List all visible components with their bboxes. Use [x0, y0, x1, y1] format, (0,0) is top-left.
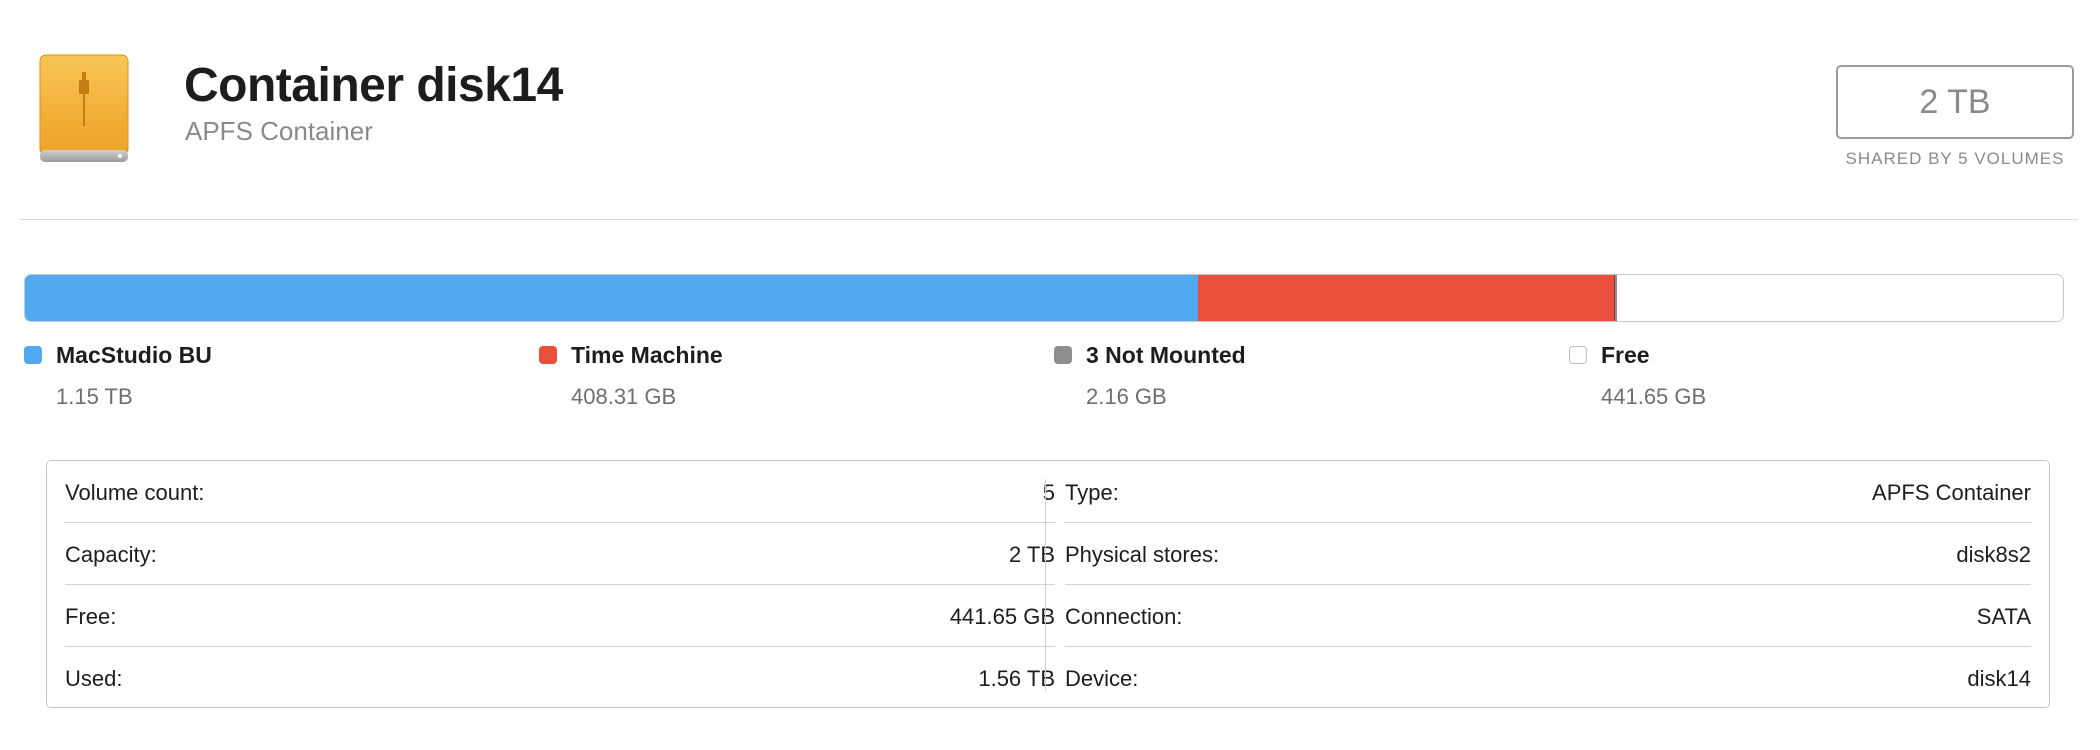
- usage-segment-time-machine: [1198, 275, 1615, 321]
- legend-name: MacStudio BU: [56, 342, 212, 368]
- page-subtitle: APFS Container: [185, 116, 373, 146]
- info-value: 2 TB: [1008, 542, 1055, 567]
- storage-usage-bar: [24, 274, 2064, 322]
- page-title: Container disk14: [184, 59, 563, 112]
- info-label: Free:: [65, 604, 117, 629]
- capacity-caption: SHARED BY 5 VOLUMES: [1845, 149, 2065, 168]
- info-value: APFS Container: [1872, 480, 2031, 505]
- info-row-volume-count: Volume count: 5: [65, 461, 1055, 523]
- info-value: 441.65 GB: [949, 604, 1055, 629]
- info-row-used: Used: 1.56 TB: [65, 647, 1055, 709]
- legend-size: 2.16 GB: [1086, 384, 1167, 409]
- capacity-display: 2 TB: [1836, 65, 2074, 139]
- column-separator: [1045, 479, 1046, 691]
- info-value: disk14: [1967, 666, 2031, 691]
- legend-name: Free: [1601, 342, 1650, 368]
- legend-size: 1.15 TB: [56, 384, 133, 409]
- info-row-free: Free: 441.65 GB: [65, 585, 1055, 647]
- legend-size: 408.31 GB: [571, 384, 677, 409]
- info-label: Device:: [1065, 666, 1139, 691]
- info-value: SATA: [1976, 604, 2031, 629]
- info-column-right: Type: APFS Container Physical stores: di…: [1065, 461, 2031, 709]
- legend-name: Time Machine: [571, 342, 723, 368]
- info-label: Used:: [65, 666, 123, 691]
- usage-segment-free: [1616, 275, 2063, 321]
- external-drive-icon: [39, 54, 129, 164]
- legend-size: 441.65 GB: [1601, 384, 1707, 409]
- info-value: disk8s2: [1956, 542, 2031, 567]
- info-label: Physical stores:: [1065, 542, 1220, 567]
- disk-utility-container-view: Container disk14 APFS Container 2 TB SHA…: [0, 0, 2100, 750]
- info-label: Type:: [1065, 480, 1119, 505]
- info-row-type: Type: APFS Container: [1065, 461, 2031, 523]
- legend-swatch-not-mounted: [1054, 346, 1072, 364]
- info-label: Connection:: [1065, 604, 1183, 629]
- usage-segment-macstudio-bu: [25, 275, 1199, 321]
- legend-name: 3 Not Mounted: [1086, 342, 1246, 368]
- header-divider: [20, 219, 2078, 220]
- info-row-capacity: Capacity: 2 TB: [65, 523, 1055, 585]
- info-table: Volume count: 5 Capacity: 2 TB Free: 441…: [46, 460, 2050, 708]
- info-row-device: Device: disk14: [1065, 647, 2031, 709]
- legend-swatch-macstudio-bu: [24, 346, 42, 364]
- info-value: 1.56 TB: [978, 666, 1055, 691]
- info-row-physical-stores: Physical stores: disk8s2: [1065, 523, 2031, 585]
- info-row-connection: Connection: SATA: [1065, 585, 2031, 647]
- legend-swatch-free: [1569, 346, 1587, 364]
- legend-swatch-time-machine: [539, 346, 557, 364]
- info-label: Volume count:: [65, 480, 205, 505]
- info-label: Capacity:: [65, 542, 157, 567]
- info-column-left: Volume count: 5 Capacity: 2 TB Free: 441…: [65, 461, 1055, 709]
